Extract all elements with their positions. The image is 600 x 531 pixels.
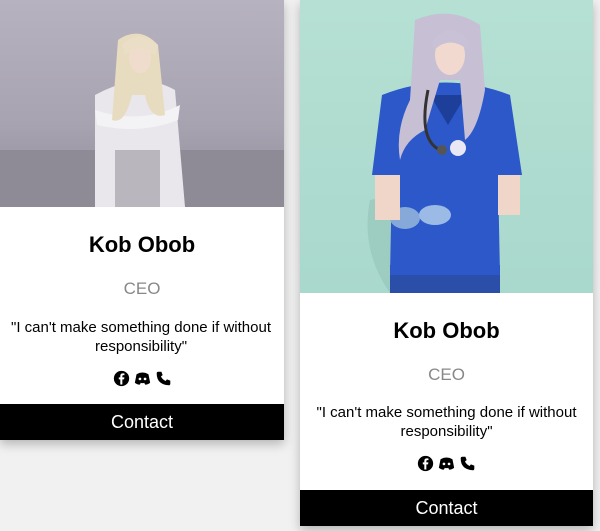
profile-photo [0,0,284,207]
discord-icon[interactable] [134,370,151,387]
profile-name: Kob Obob [88,232,196,257]
profile-quote: "I can't make something done if without … [316,404,577,440]
profile-card: Kob Obob CEO "I can't make something don… [300,0,593,526]
profile-title: CEO [123,279,161,298]
contact-button[interactable]: Contact [0,404,284,440]
profile-photo [300,0,593,293]
facebook-icon[interactable] [113,370,130,387]
phone-icon[interactable] [459,455,476,472]
profile-quote: "I can't make something done if without … [11,319,271,355]
contact-button[interactable]: Contact [300,490,593,526]
social-links [300,455,593,472]
facebook-icon[interactable] [417,455,434,472]
phone-icon[interactable] [155,370,172,387]
profile-card: Kob Obob CEO "I can't make something don… [0,0,284,440]
profile-title: CEO [428,365,465,384]
profile-name: Kob Obob [393,318,500,343]
nurse-portrait-image [367,13,522,293]
discord-icon[interactable] [438,455,455,472]
doctor-portrait-image [0,33,284,207]
social-links [0,370,284,387]
